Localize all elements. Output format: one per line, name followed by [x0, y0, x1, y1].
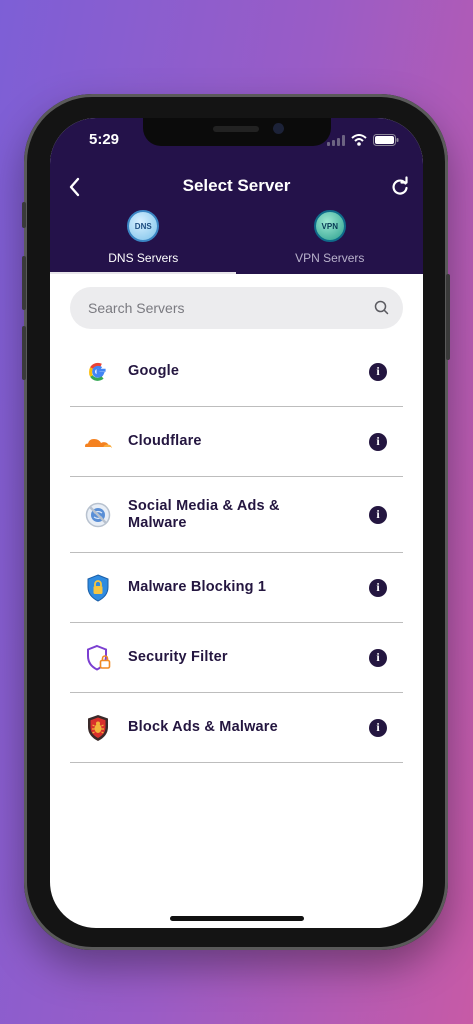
device-notch	[143, 118, 331, 146]
signal-icon	[327, 133, 345, 151]
server-name: Malware Blocking 1	[128, 579, 267, 595]
info-icon[interactable]: i	[369, 648, 387, 667]
server-row-malware-blocking-1[interactable]: Malware Blocking 1 i	[70, 553, 403, 623]
wifi-icon	[351, 133, 367, 151]
server-name: Block Ads & Malware	[128, 719, 278, 735]
info-icon[interactable]: i	[369, 718, 387, 737]
refresh-icon	[392, 176, 408, 195]
tab-label: VPN Servers	[295, 251, 365, 265]
speaker-grille	[213, 126, 259, 132]
phone-volume-down	[22, 326, 26, 380]
server-row-social-media-ads-malware[interactable]: Social Media & Ads & Malware i	[70, 477, 403, 553]
active-tab-underline	[50, 272, 236, 274]
phone-volume-up	[22, 256, 26, 310]
server-name: Social Media & Ads & Malware	[128, 497, 280, 531]
app-screen: 5:29 Select Server DNS DNS Servers VPN V…	[50, 118, 423, 928]
phone-power-button	[446, 274, 450, 360]
info-icon[interactable]: i	[369, 578, 387, 597]
search-bar	[70, 287, 403, 329]
search-icon[interactable]	[374, 300, 389, 315]
page-title: Select Server	[182, 176, 291, 195]
security-filter-icon	[83, 643, 113, 673]
server-row-cloudflare[interactable]: Cloudflare i	[70, 407, 403, 477]
refresh-button[interactable]	[389, 175, 411, 199]
server-list: Google i Cloudflare i Social Media & Ads…	[70, 337, 403, 763]
battery-icon	[373, 133, 399, 151]
server-name: Cloudflare	[128, 433, 202, 449]
server-name: Security Filter	[128, 649, 228, 665]
status-time: 5:29	[89, 131, 120, 148]
server-name: Google	[128, 363, 180, 379]
header-area: 5:29 Select Server DNS DNS Servers VPN V…	[50, 118, 423, 274]
front-camera	[273, 123, 284, 134]
status-icons	[327, 133, 399, 151]
dns-globe-icon: DNS	[127, 210, 160, 242]
tab-vpn-servers[interactable]: VPN VPN Servers	[237, 210, 424, 274]
google-logo-icon	[83, 357, 113, 387]
info-icon[interactable]: i	[369, 505, 387, 524]
info-icon[interactable]: i	[369, 432, 387, 451]
tab-dns-servers[interactable]: DNS DNS Servers	[50, 210, 237, 274]
server-row-google[interactable]: Google i	[70, 337, 403, 407]
phone-silent-switch	[22, 202, 26, 228]
info-icon[interactable]: i	[369, 362, 387, 381]
tab-label: DNS Servers	[108, 251, 179, 265]
cloudflare-logo-icon	[83, 427, 113, 457]
server-type-tabs: DNS DNS Servers VPN VPN Servers	[50, 210, 423, 274]
navigation-bar: Select Server	[50, 172, 423, 204]
home-indicator[interactable]	[170, 916, 304, 921]
server-row-block-ads-malware[interactable]: Block Ads & Malware i	[70, 693, 403, 763]
vpn-globe-icon: VPN	[313, 210, 346, 242]
shield-lock-icon	[83, 573, 113, 603]
bug-shield-icon	[83, 713, 113, 743]
search-input[interactable]	[88, 287, 358, 329]
block-social-icon	[83, 500, 113, 530]
server-row-security-filter[interactable]: Security Filter i	[70, 623, 403, 693]
